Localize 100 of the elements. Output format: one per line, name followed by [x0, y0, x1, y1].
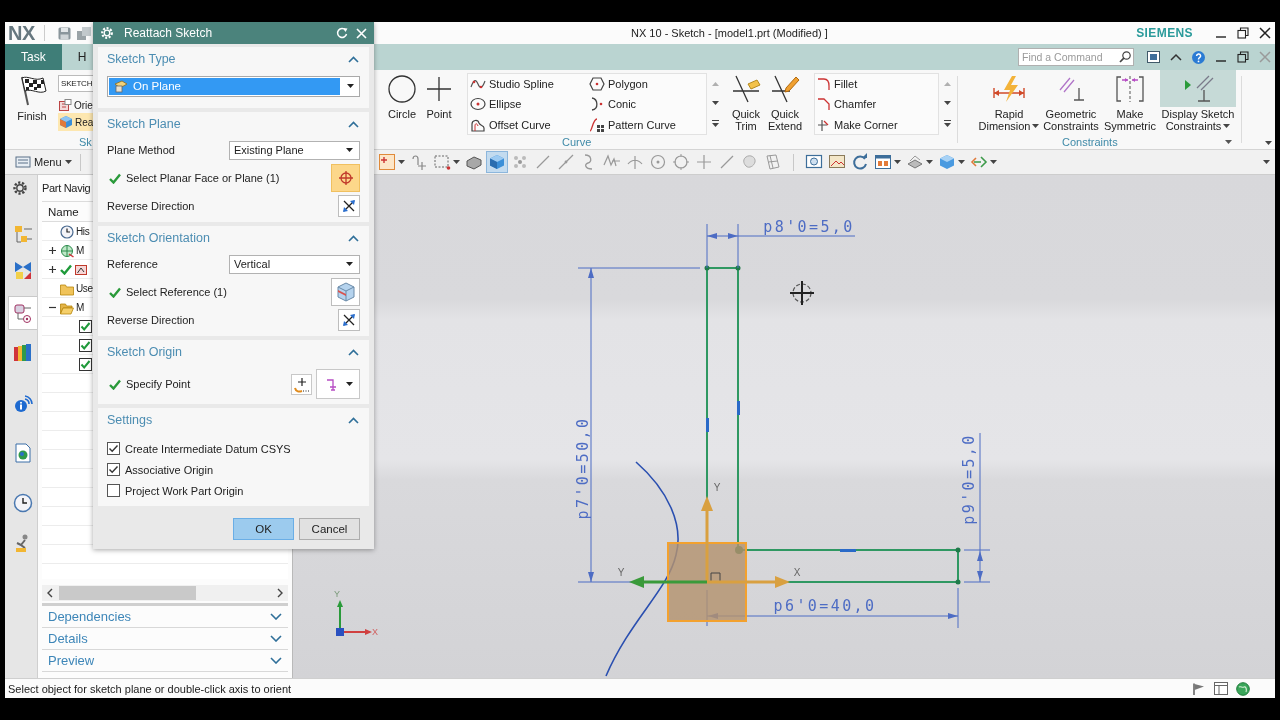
expander-icon[interactable]: [48, 246, 57, 255]
ribbon-tab[interactable]: H: [61, 44, 89, 70]
checkbox[interactable]: [107, 442, 120, 455]
dropdown[interactable]: Vertical: [229, 254, 360, 274]
resource-tab[interactable]: [8, 296, 37, 330]
horizontal-scrollbar[interactable]: [42, 585, 288, 601]
reverse-direction-button[interactable]: [338, 309, 360, 331]
help-icon[interactable]: [1192, 50, 1205, 64]
point-type-dropdown[interactable]: [316, 369, 360, 399]
ribbon-command[interactable]: Orie: [58, 97, 93, 113]
scroll-down-icon[interactable]: [711, 100, 719, 106]
selection-button[interactable]: [331, 164, 360, 192]
symmetry-bracket-icon: [1115, 74, 1145, 104]
tree-label[interactable]: M: [76, 245, 84, 256]
gallery-item[interactable]: Pattern Curve: [589, 114, 708, 135]
checkbox[interactable]: [107, 484, 120, 497]
ribbon-button[interactable]: Point: [424, 70, 454, 120]
vertex-point[interactable]: [955, 579, 961, 585]
reverse-direction-button[interactable]: [338, 195, 360, 217]
vertex-point[interactable]: [704, 265, 710, 271]
ribbon-command[interactable]: Rea: [58, 113, 93, 131]
checkbox[interactable]: [79, 320, 92, 333]
checkbox[interactable]: [79, 358, 92, 371]
window-icon[interactable]: [1214, 682, 1228, 695]
expander-icon[interactable]: [48, 265, 57, 274]
more-icon[interactable]: [943, 120, 951, 128]
gallery-item[interactable]: Offset Curve: [470, 114, 589, 135]
cube-icon: [487, 153, 506, 171]
chevron-up-icon[interactable]: [348, 348, 359, 356]
more-icon[interactable]: [711, 120, 719, 128]
caret-icon[interactable]: [1263, 160, 1270, 164]
axis-arrow[interactable]: [629, 576, 707, 588]
scrollbar-thumb[interactable]: [59, 586, 196, 600]
ribbon-button[interactable]: Rapid Dimension: [978, 70, 1040, 132]
tree-label[interactable]: Use: [76, 283, 93, 294]
dialog-button[interactable]: Cancel: [299, 518, 360, 540]
panel-header[interactable]: Details: [42, 628, 288, 650]
restore-icon[interactable]: [1237, 27, 1249, 39]
tree-label[interactable]: His: [76, 226, 90, 237]
point-dialog-button[interactable]: [291, 373, 312, 395]
ribbon-button[interactable]: Quick Extend: [769, 70, 801, 132]
pennant-icon[interactable]: [1192, 681, 1206, 696]
gallery-item[interactable]: Chamfer: [817, 94, 937, 115]
dimension-text[interactable]: p9'0=5,0: [960, 433, 978, 525]
scroll-right-icon[interactable]: [277, 588, 283, 598]
stacked-squares-icon[interactable]: [76, 26, 91, 40]
ribbon-button[interactable]: Display Sketch Constraints: [1160, 70, 1236, 132]
dialog-button[interactable]: OK: [233, 518, 294, 540]
sketch-name-field[interactable]: SKETCH: [58, 75, 93, 92]
caret-icon: [925, 160, 933, 164]
gallery-item[interactable]: Conic: [589, 94, 708, 115]
dropdown[interactable]: Existing Plane: [229, 140, 360, 160]
chevron-up-icon[interactable]: [348, 234, 359, 242]
dimension-text[interactable]: p7'0=50,0: [574, 416, 592, 520]
caret-icon[interactable]: [1265, 141, 1272, 145]
caret-icon[interactable]: [1225, 140, 1232, 144]
chevron-up-icon[interactable]: [348, 120, 359, 128]
gallery-item[interactable]: Studio Spline: [470, 74, 589, 95]
axis-arrow[interactable]: [701, 496, 713, 582]
axis-arrow[interactable]: [707, 576, 790, 588]
scroll-left-icon[interactable]: [47, 588, 53, 598]
gallery-item[interactable]: Polygon: [589, 74, 708, 95]
menu-button[interactable]: Menu: [13, 151, 74, 173]
finish-button[interactable]: Finish: [13, 70, 51, 122]
ribbon-button[interactable]: Make Symmetric: [1102, 70, 1158, 132]
vertex-point[interactable]: [955, 547, 961, 553]
caret-icon: [346, 382, 353, 386]
panel-header[interactable]: Preview: [42, 650, 288, 672]
gear-icon[interactable]: [12, 180, 28, 196]
chevron-up-icon[interactable]: [1170, 53, 1182, 61]
panel-header[interactable]: Dependencies: [42, 606, 288, 628]
scroll-down-icon[interactable]: [943, 100, 951, 106]
gallery-item[interactable]: Ellipse: [470, 94, 589, 115]
restore-icon[interactable]: [1237, 51, 1249, 63]
window-icon[interactable]: [1147, 51, 1160, 63]
checkbox[interactable]: [79, 339, 92, 352]
command-search-field[interactable]: Find a Command: [1018, 48, 1134, 66]
gallery-item[interactable]: Fillet: [817, 74, 937, 95]
toolbar-button[interactable]: [485, 151, 508, 173]
vertex-point[interactable]: [735, 265, 741, 271]
panel-title: Part Navig: [42, 182, 91, 194]
dimension-text[interactable]: p8'0=5,0: [763, 218, 855, 236]
chevron-up-icon[interactable]: [348, 416, 359, 424]
ribbon-button[interactable]: Circle: [387, 70, 417, 120]
checkbox[interactable]: [107, 463, 120, 476]
gallery-item[interactable]: Make Corner: [817, 114, 937, 135]
ribbon-button[interactable]: Quick Trim: [732, 70, 760, 132]
tree-label[interactable]: M: [76, 302, 84, 313]
search-icon[interactable]: [1119, 51, 1131, 63]
section-title: Sketch Orientation: [107, 231, 210, 245]
ribbon-button[interactable]: Geometric Constraints: [1042, 70, 1100, 132]
field-label: Reverse Direction: [107, 314, 196, 326]
reset-icon[interactable]: [336, 27, 348, 39]
dimension-line[interactable]: [963, 432, 991, 583]
close-icon[interactable]: [1259, 27, 1271, 39]
axis-label: Y: [617, 567, 625, 578]
ribbon-tab[interactable]: Task: [5, 44, 62, 70]
chevron-up-icon[interactable]: [348, 55, 359, 63]
dashed-rectangle-icon: [432, 153, 451, 171]
globe-icon[interactable]: [1236, 681, 1250, 696]
